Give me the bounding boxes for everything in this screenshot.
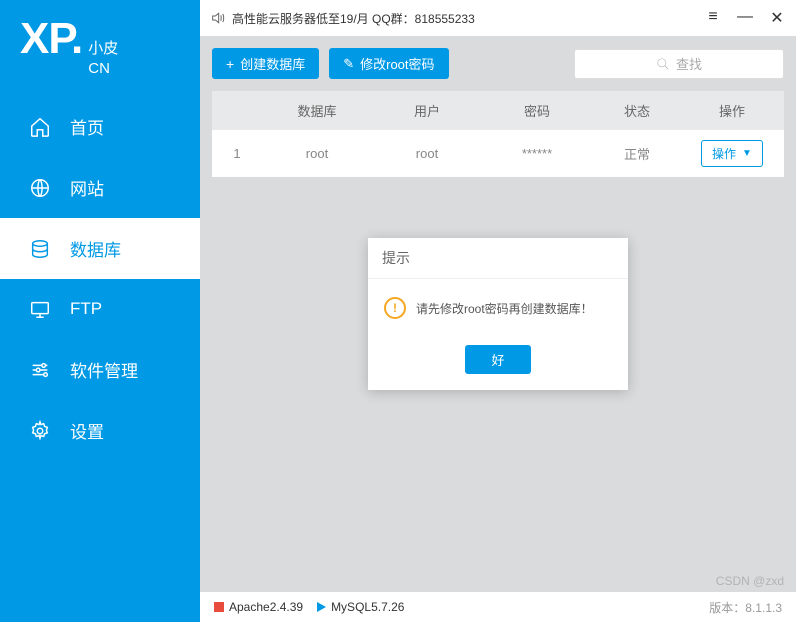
modal-dialog: 提示 ! 请先修改root密码再创建数据库！ 好 xyxy=(368,238,628,390)
sliders-icon xyxy=(28,358,52,382)
logo-sub: 小皮 CN xyxy=(88,39,118,78)
sidebar-item-label: 数据库 xyxy=(70,236,121,261)
window-controls: ≡ — ✕ xyxy=(704,8,786,28)
titlebar: 高性能云服务器低至19/月 QQ群：818555233 ≡ — ✕ xyxy=(200,0,796,36)
sidebar-item-database[interactable]: 数据库 xyxy=(0,218,200,279)
modal-body: ! 请先修改root密码再创建数据库！ xyxy=(368,279,628,337)
modal-message: 请先修改root密码再创建数据库！ xyxy=(416,300,593,317)
mysql-status-icon xyxy=(317,602,326,612)
apache-status-icon xyxy=(214,602,224,612)
home-icon xyxy=(28,115,52,139)
database-icon xyxy=(28,237,52,261)
modal-ok-button[interactable]: 好 xyxy=(465,345,530,374)
announcement[interactable]: 高性能云服务器低至19/月 QQ群：818555233 xyxy=(210,10,475,27)
close-icon[interactable]: ✕ xyxy=(768,8,786,28)
apache-label[interactable]: Apache2.4.39 xyxy=(229,600,303,614)
modal-title: 提示 xyxy=(368,238,628,279)
minimize-icon[interactable]: — xyxy=(736,8,754,28)
mysql-label[interactable]: MySQL5.7.26 xyxy=(331,600,404,614)
logo-main: XP. xyxy=(20,14,82,64)
watermark: CSDN @zxd xyxy=(716,574,784,588)
globe-icon xyxy=(28,176,52,200)
modal-footer: 好 xyxy=(368,337,628,390)
sidebar-item-website[interactable]: 网站 xyxy=(0,157,200,218)
sidebar-item-home[interactable]: 首页 xyxy=(0,96,200,157)
sidebar-item-label: 首页 xyxy=(70,114,104,139)
monitor-icon xyxy=(28,297,52,321)
sidebar-item-label: 网站 xyxy=(70,175,104,200)
logo: XP. 小皮 CN xyxy=(0,0,200,96)
version-info: 版本：8.1.1.3 xyxy=(709,599,782,616)
sidebar: XP. 小皮 CN 首页 网站 数据库 FTP 软件管理 设置 xyxy=(0,0,200,622)
warning-icon: ! xyxy=(384,297,406,319)
sidebar-item-label: FTP xyxy=(70,299,102,319)
speaker-icon xyxy=(210,10,226,26)
sidebar-item-ftp[interactable]: FTP xyxy=(0,279,200,339)
gear-icon xyxy=(28,419,52,443)
sidebar-item-settings[interactable]: 设置 xyxy=(0,400,200,461)
menu-icon[interactable]: ≡ xyxy=(704,8,722,28)
sidebar-item-label: 软件管理 xyxy=(70,357,138,382)
status-bar: Apache2.4.39 MySQL5.7.26 版本：8.1.1.3 xyxy=(200,592,796,622)
sidebar-item-software[interactable]: 软件管理 xyxy=(0,339,200,400)
modal-overlay: 提示 ! 请先修改root密码再创建数据库！ 好 xyxy=(200,36,796,592)
sidebar-item-label: 设置 xyxy=(70,418,104,443)
